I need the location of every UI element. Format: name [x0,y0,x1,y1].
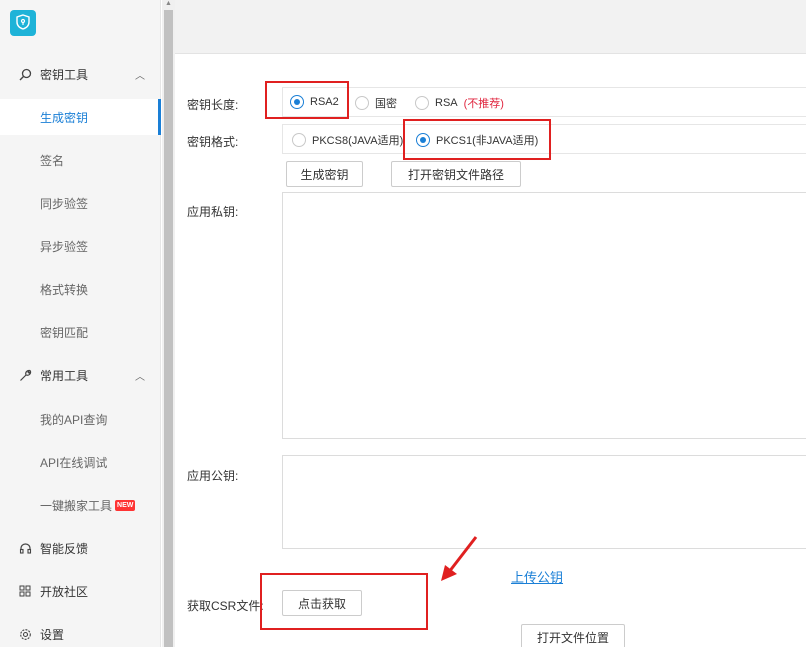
nav-group-settings[interactable]: 设置 [0,616,161,647]
radio-pkcs8[interactable]: PKCS8(JAVA适用) [292,132,403,148]
nav-group-label: 开放社区 [40,584,89,599]
upload-public-key-link[interactable]: 上传公钥 [511,567,563,586]
radio-label: PKCS8(JAVA适用) [312,135,404,147]
sidebar-item-key-match[interactable]: 密钥匹配 [0,314,161,350]
open-file-location-button[interactable]: 打开文件位置 [521,624,625,647]
key-format-label: 密钥格式: [187,135,239,149]
not-recommended-note: (不推荐) [463,98,504,110]
new-badge: NEW [115,499,136,511]
annotation-box-pkcs1 [403,119,551,160]
sidebar-item-api-debug[interactable]: API在线调试 [0,444,161,480]
grid-icon [18,584,32,598]
scrollbar-thumb[interactable] [164,10,173,647]
sidebar-item-sign[interactable]: 签名 [0,142,161,178]
radio-label: RSA [435,97,458,109]
nav-group-community[interactable]: 开放社区 [0,573,161,609]
gear-icon [18,627,32,641]
radio-guomi[interactable]: 国密 [355,95,397,111]
scroll-up-arrow-icon[interactable]: ▲ [163,0,174,8]
search-icon [18,67,32,81]
chevron-up-icon: ︿ [135,371,145,383]
radio-label: 国密 [375,98,397,110]
sidebar-item-generate-key[interactable]: 生成密钥 [0,99,161,135]
radio-unselected-icon [415,96,429,110]
chevron-up-icon: ︿ [135,70,145,82]
nav-group-label: 设置 [40,627,65,642]
nav-group-key-tools[interactable]: 密钥工具 ︿ [0,56,161,92]
sidebar-item-format-convert[interactable]: 格式转换 [0,271,161,307]
private-key-label: 应用私钥: [187,205,239,219]
key-length-label: 密钥长度: [187,98,239,112]
wrench-icon [18,368,32,382]
sidebar-item-label: 一键搬家工具 [40,498,113,513]
nav-group-feedback[interactable]: 智能反馈 [0,530,161,566]
private-key-textarea[interactable] [282,192,806,439]
main-header [175,0,806,53]
app-logo[interactable] [10,10,36,36]
sidebar-item-sync-verify[interactable]: 同步验签 [0,185,161,221]
nav-group-label: 智能反馈 [40,541,89,556]
csr-label: 获取CSR文件: [187,599,264,613]
sidebar: 密钥工具 ︿ 生成密钥 签名 同步验签 异步验签 格式转换 密钥匹配 常用工具 … [0,0,161,647]
radio-unselected-icon [292,133,306,147]
sidebar-item-one-click-move[interactable]: 一键搬家工具 NEW [0,487,161,523]
annotation-box-rsa2 [265,81,349,119]
open-key-path-button[interactable]: 打开密钥文件路径 [391,161,521,187]
radio-rsa[interactable]: RSA (不推荐) [415,95,504,111]
public-key-label: 应用公钥: [187,469,239,483]
annotation-box-csr [260,573,428,630]
nav-group-common-tools[interactable]: 常用工具 ︿ [0,357,161,393]
annotation-arrow-icon [441,536,478,581]
radio-unselected-icon [355,96,369,110]
nav-group-label: 密钥工具 [40,67,89,82]
headset-icon [18,541,32,555]
sidebar-item-async-verify[interactable]: 异步验签 [0,228,161,264]
public-key-textarea[interactable] [282,455,806,549]
shield-icon [15,13,31,33]
sidebar-item-my-api[interactable]: 我的API查询 [0,401,161,437]
generate-key-button[interactable]: 生成密钥 [286,161,363,187]
nav-group-label: 常用工具 [40,368,89,383]
